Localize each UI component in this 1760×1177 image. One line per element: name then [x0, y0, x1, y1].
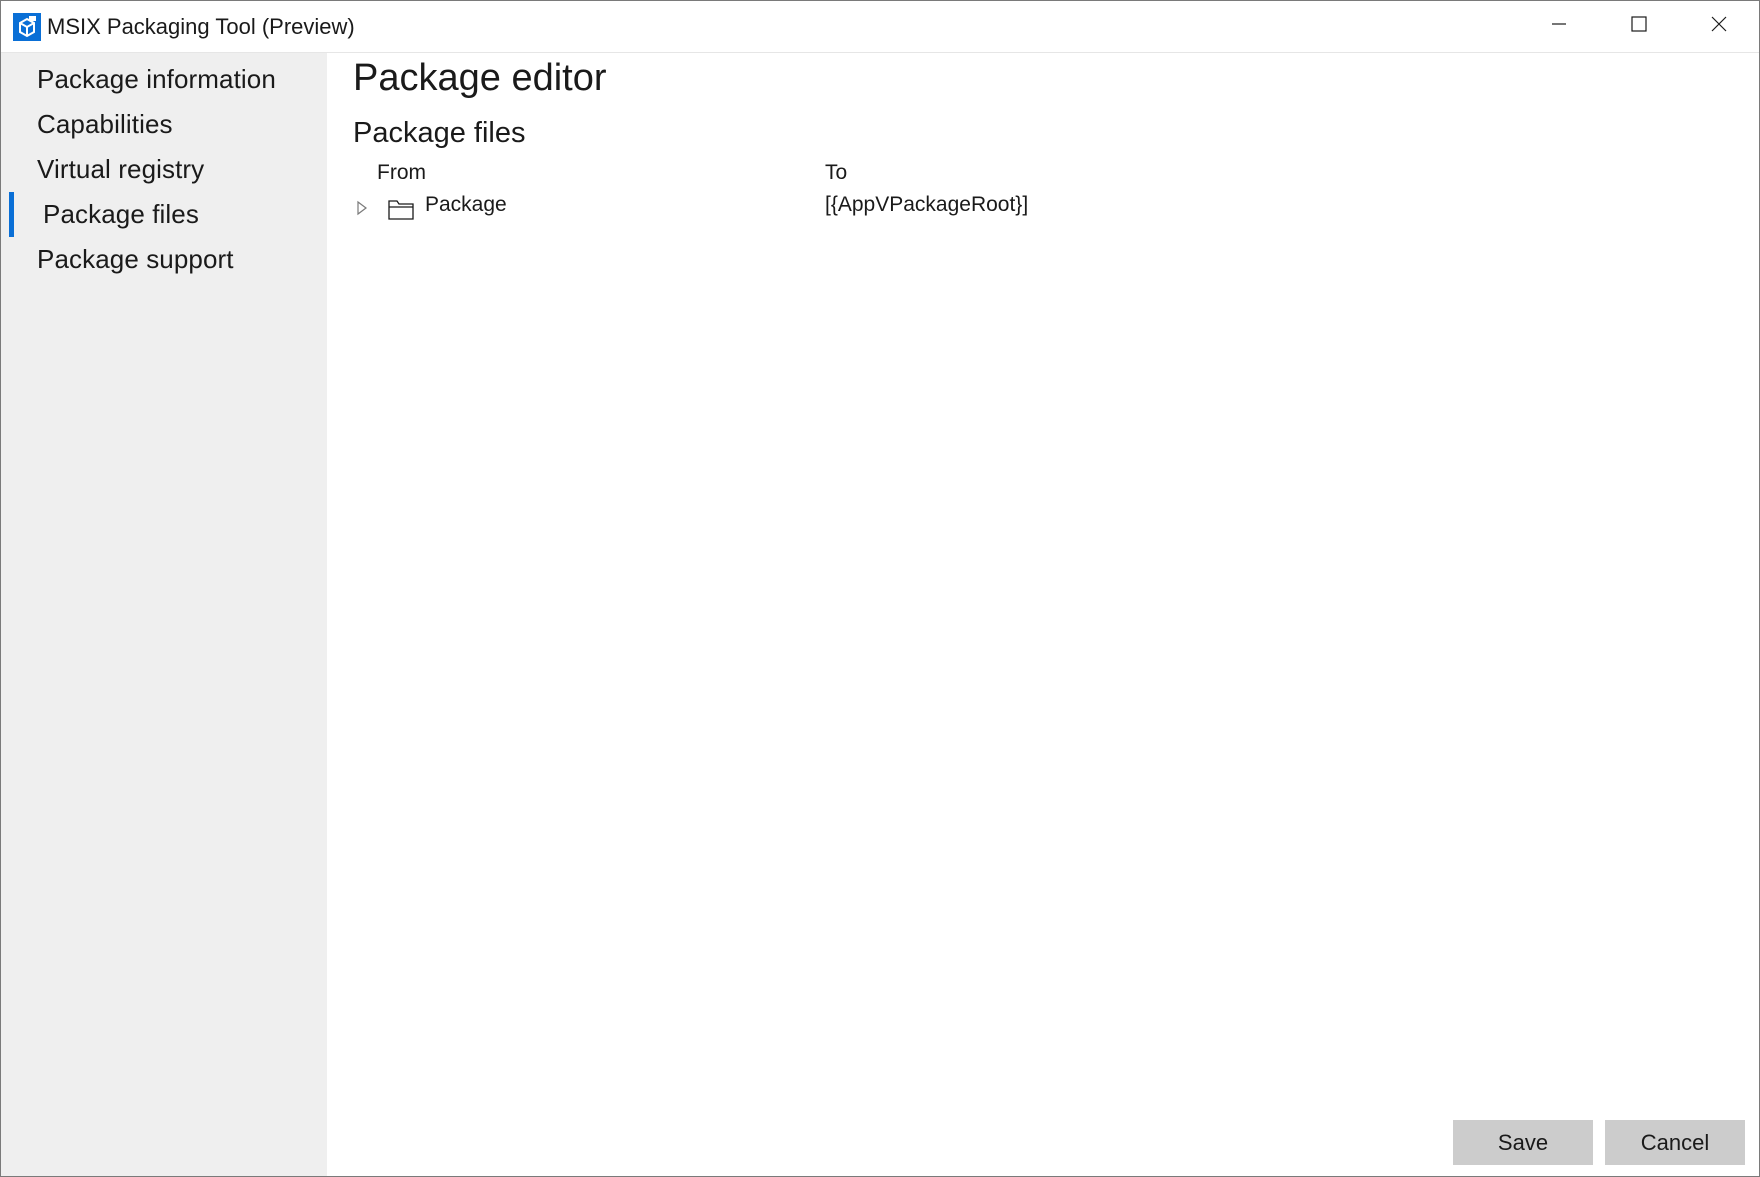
sidebar-item-label: Virtual registry	[37, 154, 205, 184]
section-title: Package files	[353, 117, 526, 149]
tree-row-from[interactable]: Package	[425, 193, 507, 217]
expand-chevron-icon[interactable]	[355, 199, 369, 217]
sidebar-item-package-information[interactable]: Package information	[1, 57, 327, 102]
maximize-icon	[1631, 16, 1647, 37]
maximize-button[interactable]	[1599, 1, 1679, 52]
sidebar-item-virtual-registry[interactable]: Virtual registry	[1, 147, 327, 192]
cancel-button[interactable]: Cancel	[1605, 1120, 1745, 1165]
page-title: Package editor	[353, 57, 607, 99]
save-button[interactable]: Save	[1453, 1120, 1593, 1165]
column-header-to: To	[825, 161, 848, 184]
minimize-button[interactable]	[1519, 1, 1599, 52]
sidebar-item-package-support[interactable]: Package support	[1, 237, 327, 282]
folder-icon	[388, 198, 414, 220]
sidebar-item-label: Package support	[37, 244, 234, 274]
tree-row-to: [{AppVPackageRoot}]	[825, 193, 1029, 216]
minimize-icon	[1551, 16, 1567, 37]
sidebar-item-capabilities[interactable]: Capabilities	[1, 102, 327, 147]
sidebar-item-label: Capabilities	[37, 109, 173, 139]
close-button[interactable]	[1679, 1, 1759, 52]
sidebar-item-label: Package information	[37, 64, 276, 94]
sidebar-nav: Package information Capabilities Virtual…	[1, 53, 327, 1176]
window-title: MSIX Packaging Tool (Preview)	[47, 13, 355, 39]
window-controls	[1519, 1, 1759, 52]
app-window: MSIX Packaging Tool (Preview) Package in…	[0, 0, 1760, 1177]
msix-package-icon	[13, 12, 41, 41]
selection-indicator	[9, 192, 14, 237]
sidebar-item-package-files[interactable]: Package files	[1, 192, 327, 237]
main-content: Package editor Package files From To Pac…	[327, 53, 1759, 1176]
close-icon	[1711, 16, 1727, 37]
tree-row[interactable]: Package [{AppVPackageRoot}]	[353, 193, 1453, 223]
sidebar-item-label: Package files	[43, 199, 199, 229]
column-header-from: From	[377, 161, 426, 184]
title-bar[interactable]: MSIX Packaging Tool (Preview)	[1, 1, 1759, 53]
